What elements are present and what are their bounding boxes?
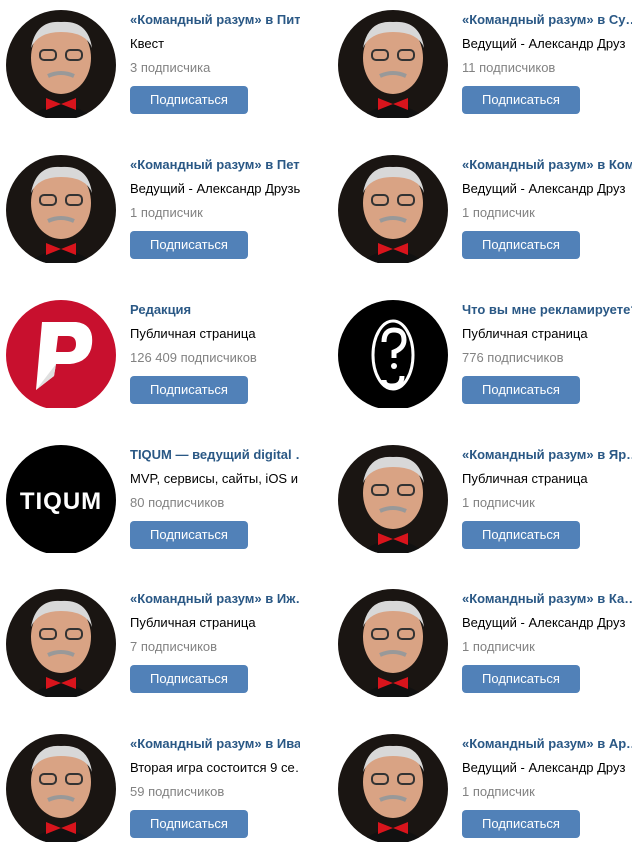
community-description: Публичная страница <box>130 326 256 341</box>
community-description: Публичная страница <box>462 471 588 486</box>
subscriber-count: 776 подписчиков <box>462 350 564 365</box>
community-title[interactable]: Что вы мне рекламируете? <box>462 302 632 318</box>
community-description: Ведущий - Александр Друз <box>462 760 626 775</box>
host-photo-avatar[interactable] <box>6 155 116 263</box>
community-description: Ведущий - Александр Друзь <box>130 181 300 196</box>
communities-grid: «Командный разум» в Пит… Квест 3 подписч… <box>0 0 635 853</box>
community-card: «Командный разум» в Яро… Публичная стран… <box>332 435 632 553</box>
subscribe-button[interactable]: Подписаться <box>462 665 580 693</box>
subscribe-button[interactable]: Подписаться <box>130 521 248 549</box>
subscriber-count: 1 подписчик <box>462 639 535 654</box>
host-photo-avatar[interactable] <box>338 445 448 553</box>
community-info: «Командный разум» в Пит… Квест 3 подписч… <box>130 12 300 114</box>
subscribe-button[interactable]: Подписаться <box>130 665 248 693</box>
community-title[interactable]: TIQUM — ведущий digital и… <box>130 447 300 463</box>
tiqum-logo-text: TIQUM <box>20 488 102 515</box>
host-photo-avatar[interactable] <box>338 155 448 263</box>
subscribe-button[interactable]: Подписаться <box>462 376 580 404</box>
subscribe-button[interactable]: Подписаться <box>130 376 248 404</box>
subscriber-count: 7 подписчиков <box>130 639 218 654</box>
community-info: Что вы мне рекламируете? Публичная стран… <box>462 302 632 404</box>
host-photo-avatar[interactable] <box>6 589 116 697</box>
community-description: Публичная страница <box>462 326 588 341</box>
community-info: «Командный разум» в Яро… Публичная стран… <box>462 447 632 549</box>
community-title[interactable]: Редакция <box>130 302 300 318</box>
community-title[interactable]: «Командный разум» в Ком <box>462 157 632 173</box>
community-info: Редакция Публичная страница 126 409 подп… <box>130 302 300 404</box>
subscriber-count: 1 подписчик <box>462 205 535 220</box>
community-title[interactable]: «Командный разум» в Иж… <box>130 591 300 607</box>
community-title[interactable]: «Командный разум» в Сур… <box>462 12 632 28</box>
subscribe-button[interactable]: Подписаться <box>130 810 248 838</box>
community-info: TIQUM — ведущий digital и… MVP, сервисы,… <box>130 447 300 549</box>
community-info: «Командный разум» в Арх… Ведущий - Алекс… <box>462 736 632 838</box>
host-photo-avatar[interactable] <box>338 734 448 842</box>
subscriber-count: 59 подписчиков <box>130 784 225 799</box>
community-description: Ведущий - Александр Друз <box>462 181 626 196</box>
community-title[interactable]: «Командный разум» в Яро… <box>462 447 632 463</box>
community-title[interactable]: «Командный разум» в Пит… <box>130 12 300 28</box>
community-info: «Командный разум» в Ива… Вторая игра сос… <box>130 736 300 838</box>
subscriber-count: 3 подписчика <box>130 60 211 75</box>
subscriber-count: 126 409 подписчиков <box>130 350 257 365</box>
redaktsiya-logo-avatar[interactable] <box>6 300 116 408</box>
host-photo-avatar[interactable] <box>6 734 116 842</box>
community-card: «Командный разум» в Арх… Ведущий - Алекс… <box>332 724 632 842</box>
community-card: «Командный разум» в Иж… Публичная страни… <box>0 579 300 697</box>
community-card: Редакция Публичная страница 126 409 подп… <box>0 290 300 408</box>
community-info: «Командный разум» в Сур… Ведущий - Алекс… <box>462 12 632 114</box>
community-info: «Командный разум» в Пет… Ведущий - Алекс… <box>130 157 300 259</box>
subscribe-button[interactable]: Подписаться <box>462 521 580 549</box>
community-title[interactable]: «Командный разум» в Пет… <box>130 157 300 173</box>
community-description: Ведущий - Александр Друз <box>462 36 626 51</box>
community-card: «Командный разум» в Ком Ведущий - Алекса… <box>332 145 632 263</box>
subscriber-count: 80 подписчиков <box>130 495 225 510</box>
community-card: TIQUM TIQUM — ведущий digital и… MVP, се… <box>0 435 300 553</box>
subscriber-count: 11 подписчиков <box>462 60 556 75</box>
community-title[interactable]: «Командный разум» в Ива… <box>130 736 300 752</box>
question-mark-logo-avatar[interactable] <box>338 300 448 408</box>
community-card: «Командный разум» в Кал… Ведущий - Алекс… <box>332 579 632 697</box>
community-description: MVP, сервисы, сайты, iOS и … <box>130 471 300 486</box>
host-photo-avatar[interactable] <box>338 589 448 697</box>
subscribe-button[interactable]: Подписаться <box>130 86 248 114</box>
subscriber-count: 1 подписчик <box>130 205 203 220</box>
subscribe-button[interactable]: Подписаться <box>462 86 580 114</box>
host-photo-avatar[interactable] <box>6 10 116 118</box>
community-info: «Командный разум» в Кал… Ведущий - Алекс… <box>462 591 632 693</box>
community-description: Публичная страница <box>130 615 256 630</box>
host-photo-avatar[interactable] <box>338 10 448 118</box>
community-card: «Командный разум» в Сур… Ведущий - Алекс… <box>332 0 632 118</box>
community-info: «Командный разум» в Иж… Публичная страни… <box>130 591 300 693</box>
community-card: «Командный разум» в Ива… Вторая игра сос… <box>0 724 300 842</box>
community-card: Что вы мне рекламируете? Публичная стран… <box>332 290 632 408</box>
community-card: «Командный разум» в Пит… Квест 3 подписч… <box>0 0 300 118</box>
community-description: Ведущий - Александр Друз <box>462 615 626 630</box>
community-description: Вторая игра состоится 9 се… <box>130 760 300 775</box>
subscriber-count: 1 подписчик <box>462 495 535 510</box>
subscribe-button[interactable]: Подписаться <box>462 231 580 259</box>
subscriber-count: 1 подписчик <box>462 784 535 799</box>
community-title[interactable]: «Командный разум» в Кал… <box>462 591 632 607</box>
community-title[interactable]: «Командный разум» в Арх… <box>462 736 632 752</box>
tiqum-logo-avatar[interactable]: TIQUM <box>6 445 116 553</box>
community-info: «Командный разум» в Ком Ведущий - Алекса… <box>462 157 632 259</box>
subscribe-button[interactable]: Подписаться <box>130 231 248 259</box>
community-description: Квест <box>130 36 165 51</box>
subscribe-button[interactable]: Подписаться <box>462 810 580 838</box>
community-card: «Командный разум» в Пет… Ведущий - Алекс… <box>0 145 300 263</box>
